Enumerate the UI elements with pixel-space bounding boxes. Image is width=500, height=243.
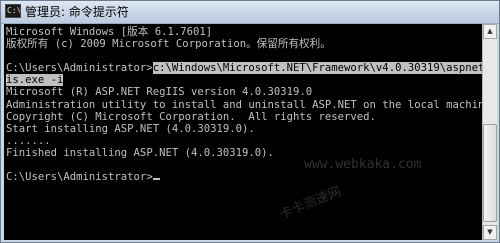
console-area[interactable]: Microsoft Windows [版本 6.1.7601] 版权所有 (c) … xyxy=(4,24,482,240)
console-line-progress: ....... xyxy=(6,134,51,147)
current-prompt: C:\Users\Administrator> xyxy=(6,171,153,184)
console-line-description: Administration utility to install and un… xyxy=(6,98,482,111)
watermark-label: 卡卡测速网 xyxy=(277,184,344,223)
selected-command-text[interactable]: c:\Windows\Microsoft.NET\Framework\v4.0.… xyxy=(152,62,482,75)
console-line-command: C:\Users\Administrator>c:\Windows\Micros… xyxy=(6,62,482,75)
selected-command-text-continued[interactable]: is.exe -i xyxy=(6,74,64,87)
console-line-copyright: Copyright (C) Microsoft Corporation. All… xyxy=(6,110,376,123)
watermark-url: www.webkaka.com xyxy=(304,157,422,172)
window-title: 管理员: 命令提示符 xyxy=(25,5,129,19)
console-line-prompt: C:\Users\Administrator> xyxy=(6,171,482,183)
command-prompt: C:\Users\Administrator> xyxy=(6,62,153,75)
scroll-up-arrow-icon[interactable]: ▲ xyxy=(483,24,497,39)
console-line-version: Microsoft Windows [版本 6.1.7601] xyxy=(6,26,213,38)
command-prompt-window: C:\ 管理员: 命令提示符 Microsoft Windows [版本 6.1… xyxy=(0,0,500,243)
scroll-down-arrow-icon[interactable]: ▼ xyxy=(483,225,497,240)
console-line-regiis-version: Microsoft (R) ASP.NET RegIIS version 4.0… xyxy=(6,86,313,99)
title-bar[interactable]: C:\ 管理员: 命令提示符 xyxy=(1,1,499,24)
cmd-console-icon[interactable]: C:\ xyxy=(5,4,21,18)
vertical-scrollbar[interactable]: ▲ ▼ xyxy=(482,24,497,240)
scrollbar-thumb[interactable] xyxy=(483,124,497,222)
text-cursor xyxy=(152,178,160,181)
console-line-start-install: Start installing ASP.NET (4.0.30319.0). xyxy=(6,122,255,135)
console-line-copyright-cn: 版权所有 (c) 2009 Microsoft Corporation。保留所有… xyxy=(6,38,331,51)
console-line-command-continued: is.exe -i xyxy=(6,74,482,87)
console-line-blank xyxy=(6,50,482,62)
